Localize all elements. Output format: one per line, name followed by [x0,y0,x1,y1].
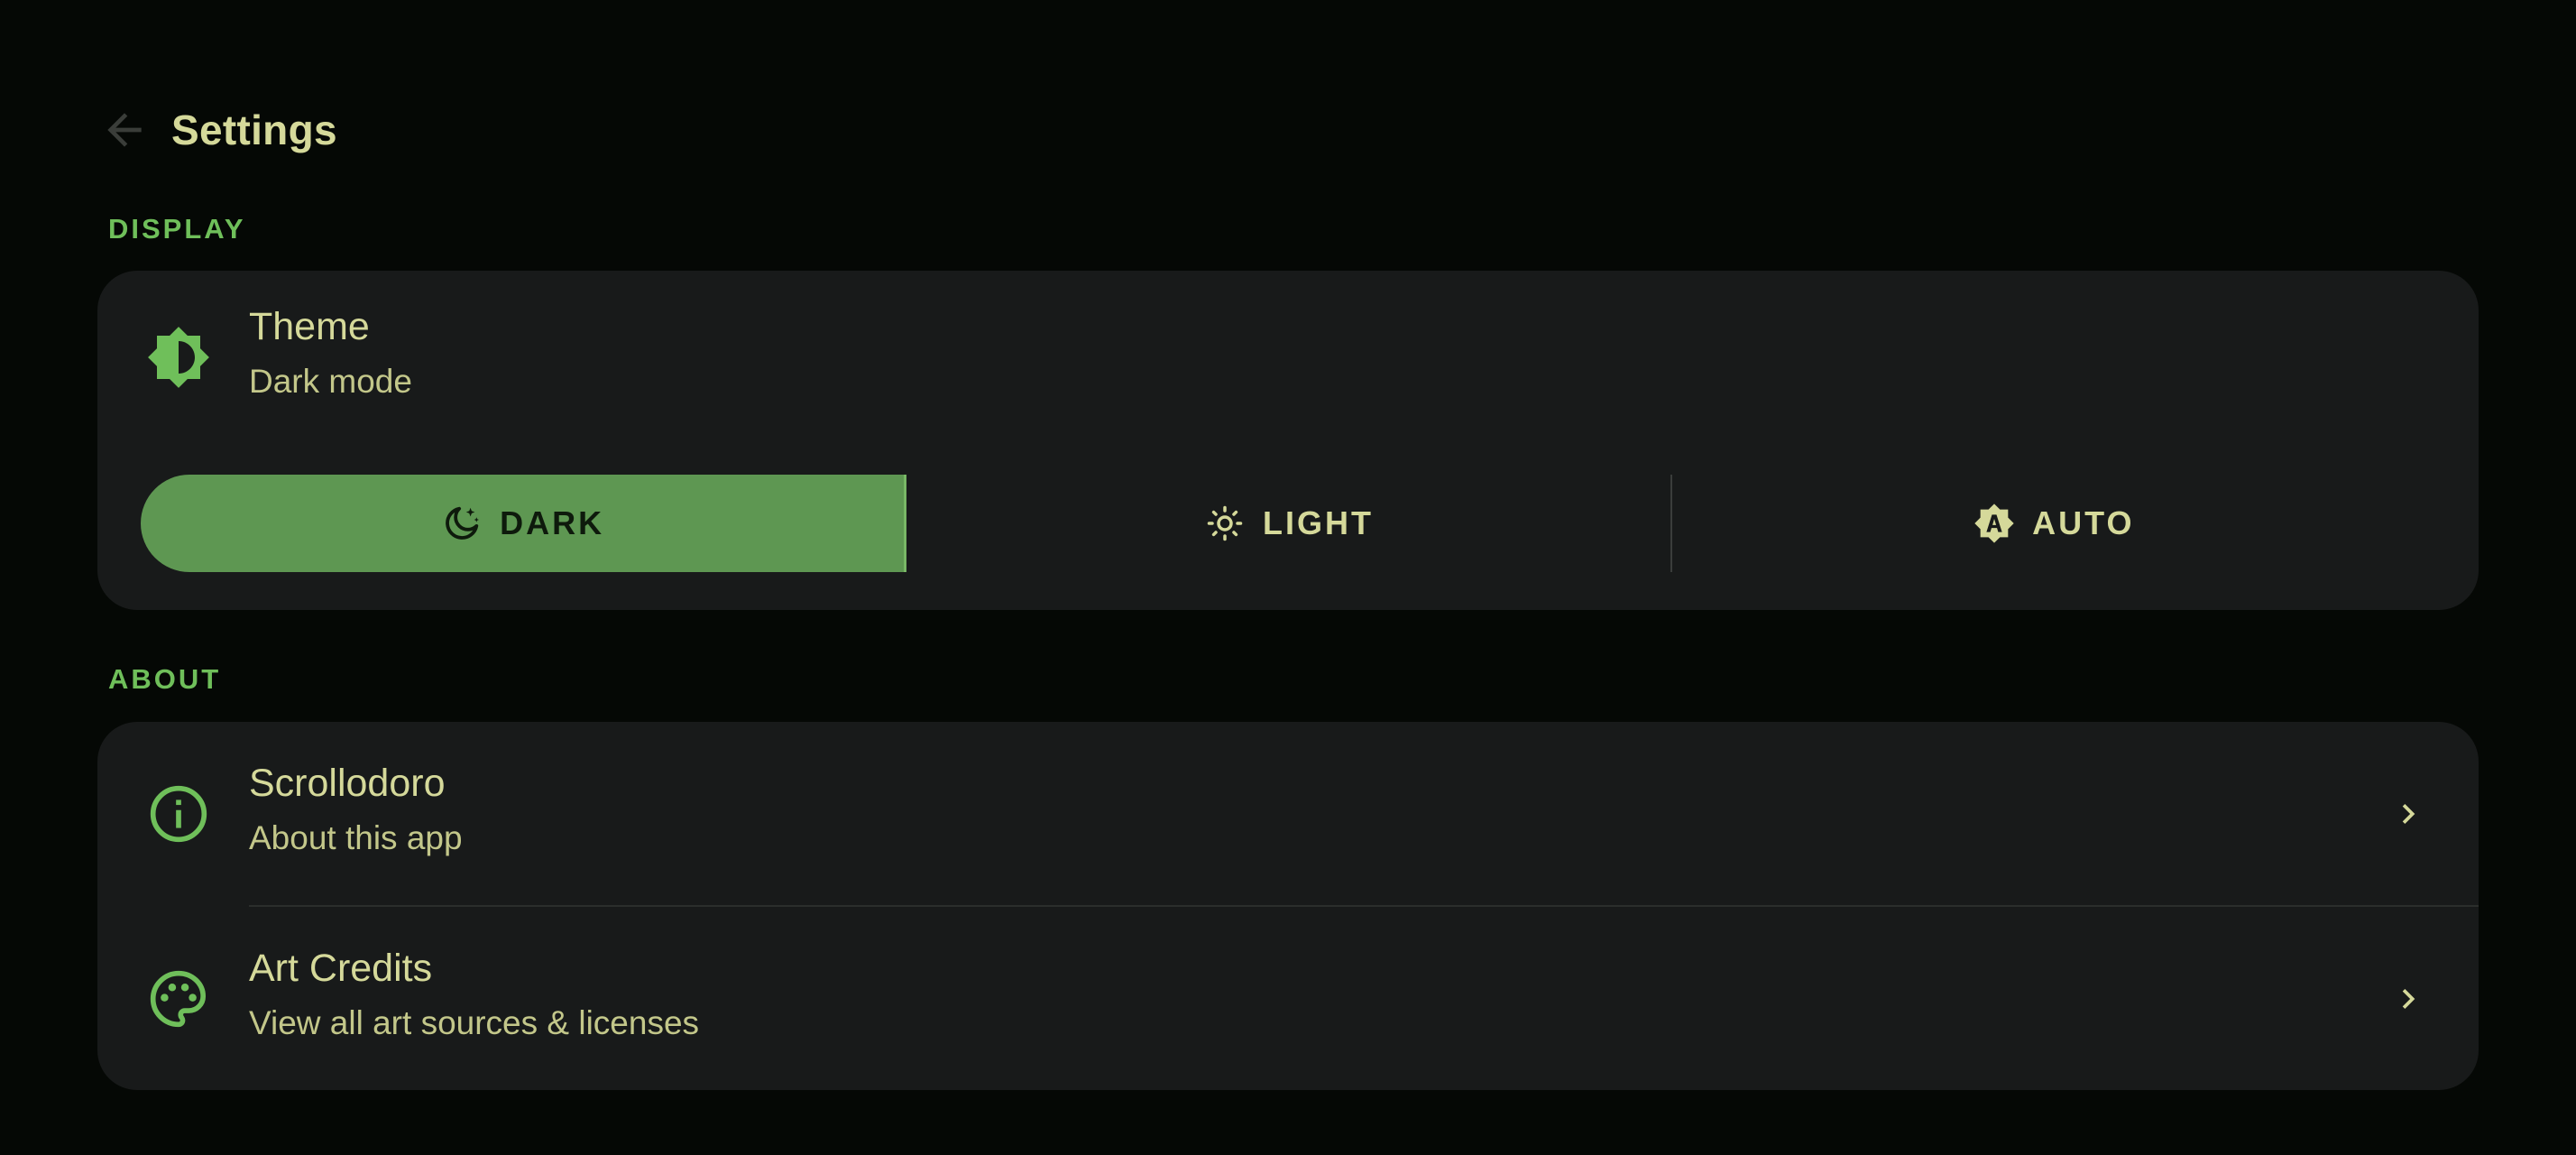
theme-subtitle: Dark mode [249,363,412,400]
moon-stars-icon [440,502,483,545]
arrow-left-icon [107,113,142,147]
section-header-display: DISPLAY [108,213,246,245]
settings-page: Settings DISPLAY Theme Dark mode DARK LI… [0,0,2576,1155]
sun-icon [1203,502,1247,545]
page-title: Settings [171,106,337,153]
back-button[interactable] [99,105,150,155]
section-header-about: ABOUT [108,663,222,695]
info-icon [143,778,215,850]
theme-option-dark-label: DARK [500,504,605,541]
art-credits-title: Art Credits [249,947,433,990]
palette-icon [143,963,215,1035]
theme-text: Theme Dark mode [249,303,412,402]
brightness-half-icon [143,321,215,393]
chevron-right-icon [2387,792,2430,836]
brightness-auto-icon [1973,502,2016,545]
art-credits-row[interactable]: Art Credits View all art sources & licen… [97,907,2479,1090]
theme-row: Theme Dark mode [97,303,2479,411]
theme-option-auto-label: AUTO [2032,504,2135,541]
art-credits-text: Art Credits View all art sources & licen… [249,945,699,1044]
theme-segmented-control: DARK LIGHT AUTO [141,475,2435,572]
theme-option-dark[interactable]: DARK [141,475,907,572]
theme-option-light-label: LIGHT [1263,504,1374,541]
display-card: Theme Dark mode DARK LIGHT AUTO [97,271,2479,610]
theme-title: Theme [249,305,370,348]
chevron-right-icon [2387,977,2430,1021]
about-app-subtitle: About this app [249,819,463,856]
theme-option-light[interactable]: LIGHT [906,475,1670,572]
about-app-row[interactable]: Scrollodoro About this app [97,722,2479,906]
art-credits-subtitle: View all art sources & licenses [249,1004,700,1041]
about-card: Scrollodoro About this app Art Credits V… [97,722,2479,1090]
theme-option-auto[interactable]: AUTO [1672,475,2435,572]
top-app-bar: Settings [99,101,337,159]
about-app-text: Scrollodoro About this app [249,760,463,859]
about-app-title: Scrollodoro [249,762,446,805]
